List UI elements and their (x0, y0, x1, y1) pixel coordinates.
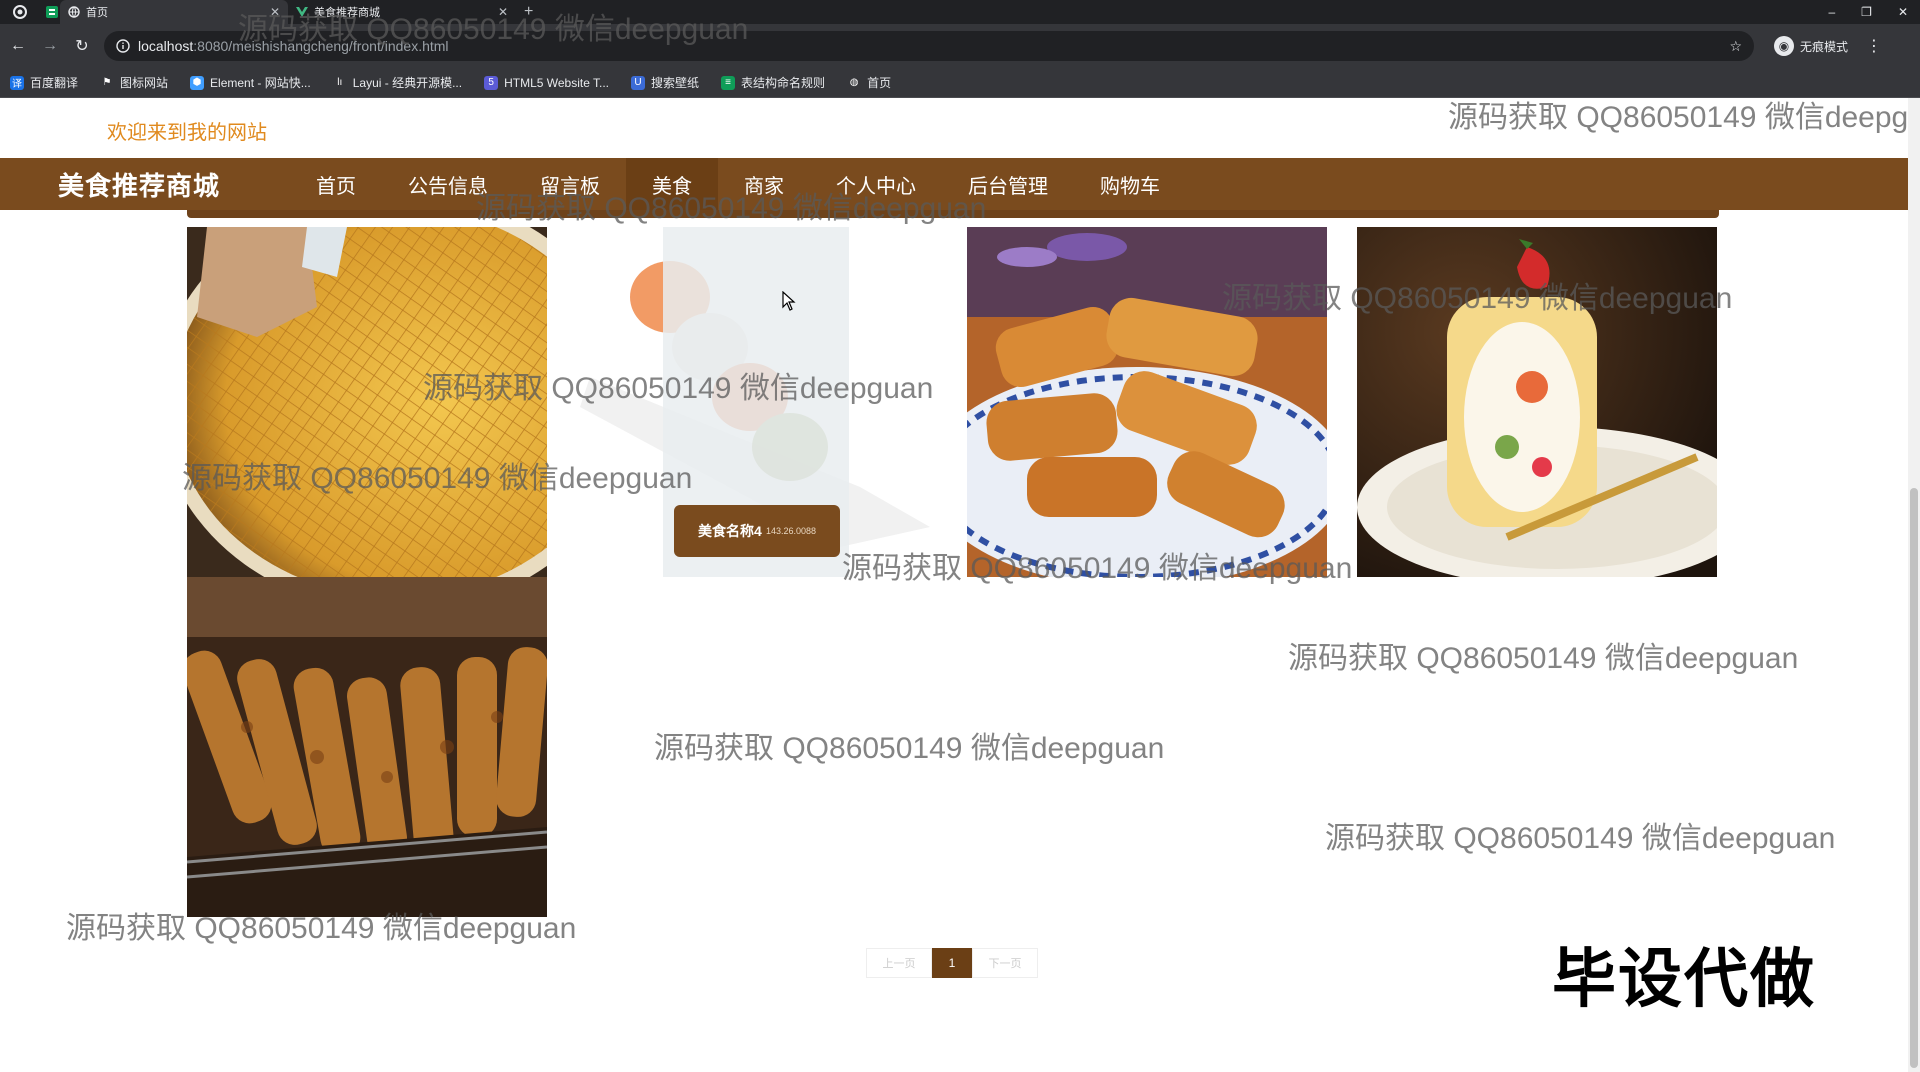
bookmark-item[interactable]: 5 HTML5 Website T... (484, 75, 609, 90)
close-window-icon[interactable]: ✕ (1898, 5, 1908, 19)
bookmark-item[interactable]: ≡ 表结构命名规则 (721, 74, 825, 91)
banner-edge (187, 210, 1719, 218)
element-icon: ⬢ (190, 75, 205, 90)
nav-message-board[interactable]: 留言板 (514, 158, 626, 210)
reload-icon[interactable]: ↻ (66, 36, 98, 56)
food-card[interactable] (1357, 227, 1717, 577)
bookmark-item[interactable]: 译百度翻译 (10, 74, 78, 91)
html5-icon: 5 (484, 75, 499, 90)
incognito-icon: ◉ (1774, 36, 1794, 56)
forward-arrow-icon[interactable]: → (34, 37, 66, 55)
tab-home[interactable]: 首页 ✕ (60, 0, 288, 24)
food-name: 美食名称4 (698, 523, 762, 539)
close-tab-icon[interactable]: ✕ (498, 5, 508, 19)
sheet-icon: ≡ (721, 75, 736, 90)
bookmark-item[interactable]: ⬢ Element - 网站快... (190, 74, 311, 91)
nav-food[interactable]: 美食 (626, 158, 718, 210)
bookmark-item[interactable]: ◍ 首页 (847, 74, 891, 91)
food-card[interactable] (967, 227, 1327, 577)
url-path: :8080/meishishangcheng/front/index.html (193, 38, 449, 54)
globe-icon (68, 6, 80, 18)
incognito-profile[interactable]: ◉ 无痕模式 (1774, 36, 1848, 56)
mouse-cursor-icon (782, 291, 796, 311)
scrollbar-thumb[interactable] (1910, 488, 1918, 1068)
layui-icon: lı (337, 77, 343, 88)
food-image-pancake (187, 227, 547, 577)
food-card[interactable] (187, 227, 547, 577)
tab-title: 美食推荐商城 (314, 7, 380, 19)
bookmark-item[interactable]: lı Layui - 经典开源模... (333, 74, 462, 91)
page-scrollbar[interactable] (1908, 98, 1920, 1072)
translate-icon: 译 (10, 75, 24, 90)
flag-icon: ⚑ (102, 77, 112, 88)
bookmark-star-icon[interactable]: ☆ (1729, 38, 1742, 55)
tab-title: 首页 (86, 7, 108, 19)
profile-label: 无痕模式 (1800, 39, 1849, 54)
food-meta: 143.26.0088 (765, 526, 816, 536)
new-tab-button[interactable]: + (524, 3, 533, 21)
browser-tab-strip: 首页 ✕ 美食推荐商城 ✕ + – ❐ ✕ (0, 0, 1920, 24)
back-arrow-icon[interactable]: ← (2, 37, 34, 55)
close-tab-icon[interactable]: ✕ (270, 5, 280, 19)
food-card[interactable] (187, 577, 547, 917)
nav-cart[interactable]: 购物车 (1074, 158, 1186, 210)
nav-home[interactable]: 首页 (290, 158, 382, 210)
page-number-button[interactable]: 1 (932, 948, 972, 978)
nav-personal-center[interactable]: 个人中心 (810, 158, 942, 210)
next-page-button[interactable]: 下一页 (972, 948, 1038, 978)
minimize-icon[interactable]: – (1828, 5, 1835, 19)
food-image-cake (1357, 227, 1717, 577)
chrome-icon[interactable] (8, 0, 32, 24)
food-card[interactable]: 美食名称4 143.26.0088 (560, 227, 960, 577)
site-brand[interactable]: 美食推荐商城 (58, 166, 290, 203)
address-bar[interactable]: localhost:8080/meishishangcheng/front/in… (104, 31, 1754, 61)
promo-text: 毕设代做 (1552, 943, 1816, 1017)
prev-page-button[interactable]: 上一页 (866, 948, 932, 978)
wallpaper-icon: U (631, 75, 646, 90)
page-viewport: 欢迎来到我的网站 美食推荐商城 首页 公告信息 留言板 美食 商家 个人中心 后… (0, 98, 1920, 1072)
food-image-grill (187, 577, 547, 917)
browser-toolbar: ← → ↻ localhost:8080/meishishangcheng/fr… (0, 24, 1920, 68)
main-navbar: 美食推荐商城 首页 公告信息 留言板 美食 商家 个人中心 后台管理 购物车 (0, 158, 1908, 210)
tab-food-mall[interactable]: 美食推荐商城 ✕ (288, 0, 516, 24)
bookmark-item[interactable]: ⚑ 图标网站 (100, 74, 169, 91)
nav-merchants[interactable]: 商家 (718, 158, 810, 210)
bookmarks-bar: 译百度翻译 ⚑ 图标网站 ⬢ Element - 网站快... lı Layui - … (0, 68, 1920, 98)
menu-dots-icon[interactable]: ⋮ (1866, 36, 1882, 56)
bookmark-item[interactable]: U 搜索壁纸 (631, 74, 699, 91)
globe-icon: ◍ (849, 77, 859, 88)
welcome-text: 欢迎来到我的网站 (107, 122, 267, 144)
pinned-sheet-icon[interactable] (40, 0, 64, 24)
restore-icon[interactable]: ❐ (1861, 5, 1872, 19)
pagination: 上一页 1 下一页 (866, 948, 1038, 978)
url-host: localhost (138, 38, 194, 54)
food-image-pastry (967, 227, 1327, 577)
info-icon[interactable] (116, 39, 130, 53)
vue-icon (296, 7, 308, 17)
food-name-overlay[interactable]: 美食名称4 143.26.0088 (674, 505, 840, 557)
nav-admin[interactable]: 后台管理 (942, 158, 1074, 210)
nav-announcements[interactable]: 公告信息 (382, 158, 514, 210)
